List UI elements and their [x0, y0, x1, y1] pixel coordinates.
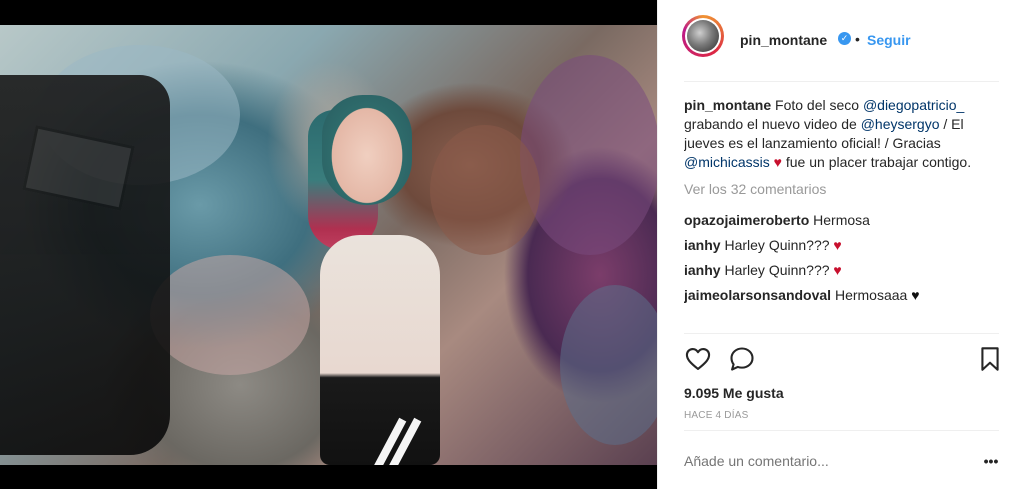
- heart-emoji: ♥: [833, 237, 842, 253]
- mention-link[interactable]: @michicassis: [684, 154, 770, 170]
- caption-text: fue un placer trabajar contigo.: [781, 154, 972, 170]
- view-all-comments-link[interactable]: Ver los 32 comentarios: [684, 180, 999, 199]
- input-divider: [684, 430, 999, 431]
- author-username[interactable]: pin_montane: [740, 32, 827, 48]
- caption-text: Foto del seco: [771, 97, 863, 113]
- comment-input[interactable]: [684, 450, 944, 472]
- heart-emoji: ♥: [833, 262, 842, 278]
- comment-username[interactable]: ianhy: [684, 262, 721, 278]
- comment-username[interactable]: jaimeolarsonsandoval: [684, 287, 831, 303]
- post-photo[interactable]: [0, 25, 657, 465]
- bookmark-icon[interactable]: [976, 345, 1004, 373]
- post-caption: pin_montane Foto del seco @diegopatricio…: [684, 96, 999, 172]
- heart-emoji: ♥: [773, 154, 782, 170]
- likes-count[interactable]: 9.095 Me gusta: [684, 385, 784, 401]
- comment-text: Harley Quinn???: [724, 262, 830, 278]
- subject-head: [322, 95, 412, 205]
- comment-text: Harley Quinn???: [724, 237, 830, 253]
- comment-username[interactable]: opazojaimeroberto: [684, 212, 809, 228]
- comment-item: jaimeolarsonsandoval Hermosaaa ♥: [684, 286, 999, 305]
- comment-item: ianhy Harley Quinn??? ♥: [684, 236, 999, 255]
- comment-text: Hermosaaa: [834, 287, 908, 303]
- camera-monitor: [22, 125, 135, 211]
- post-header: pin_montane ✓ • Seguir: [658, 0, 1010, 82]
- mention-link[interactable]: @diegopatricio_: [863, 97, 964, 113]
- speech-bubble-icon[interactable]: [728, 345, 756, 373]
- separator-dot: •: [855, 31, 860, 47]
- avatar-image: [687, 20, 719, 52]
- post-modal: pin_montane ✓ • Seguir pin_montane Foto …: [0, 0, 1010, 489]
- header-divider: [684, 81, 999, 82]
- comment-item: ianhy Harley Quinn??? ♥: [684, 261, 999, 280]
- post-sidebar: pin_montane ✓ • Seguir pin_montane Foto …: [657, 0, 1010, 489]
- camera-rig: [0, 75, 170, 455]
- comments-list[interactable]: pin_montane Foto del seco @diegopatricio…: [684, 96, 999, 333]
- comment-text: Hermosa: [813, 212, 870, 228]
- post-media[interactable]: [0, 0, 657, 489]
- follow-button[interactable]: Seguir: [867, 32, 911, 48]
- heart-outline-icon[interactable]: [684, 345, 712, 373]
- caption-text: grabando el nuevo video de: [684, 116, 861, 132]
- caption-username[interactable]: pin_montane: [684, 97, 771, 113]
- verified-badge-icon: ✓: [838, 32, 851, 45]
- post-timestamp[interactable]: HACE 4 DÍAS: [684, 410, 748, 421]
- comment-username[interactable]: ianhy: [684, 237, 721, 253]
- action-bar: [684, 345, 999, 375]
- actions-divider: [684, 333, 999, 334]
- subject-body: [320, 235, 440, 465]
- heart-emoji: ♥: [911, 287, 920, 303]
- comment-item: opazojaimeroberto Hermosa: [684, 211, 999, 230]
- avatar[interactable]: [682, 15, 724, 57]
- more-options-icon[interactable]: •••: [982, 452, 1000, 470]
- mention-link[interactable]: @heysergyo: [861, 116, 940, 132]
